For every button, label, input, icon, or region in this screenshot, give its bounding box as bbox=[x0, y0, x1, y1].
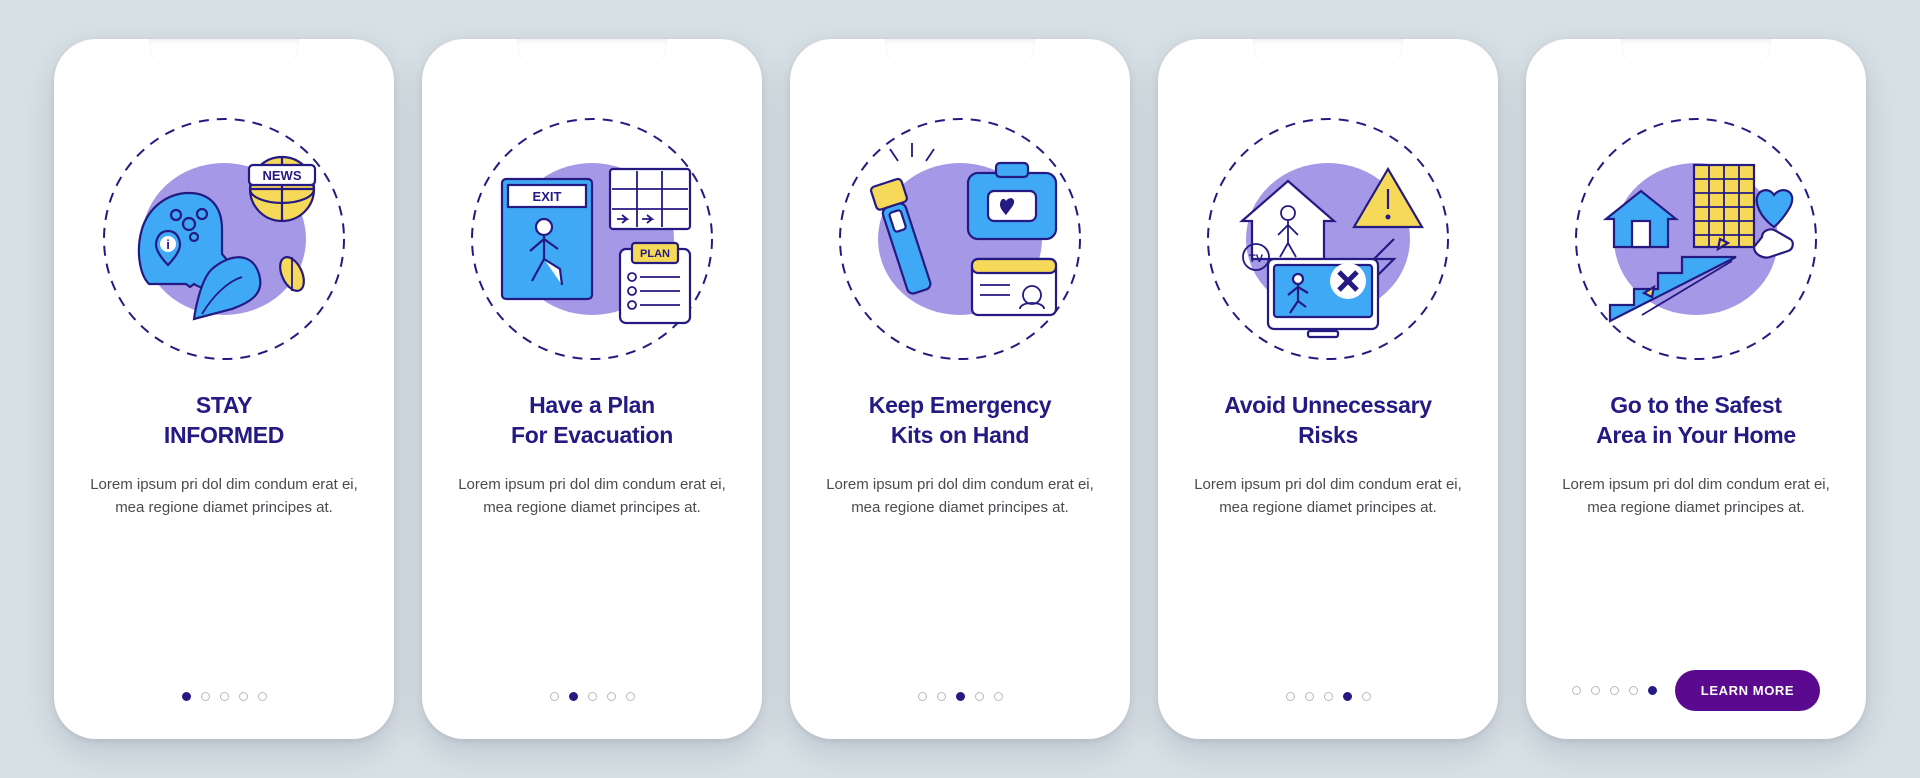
title-line1: Have a Plan bbox=[529, 392, 655, 418]
title-line2: INFORMED bbox=[164, 422, 284, 448]
footer-row: LEARN MORE bbox=[1554, 670, 1838, 711]
title-line2: Area in Your Home bbox=[1596, 422, 1796, 448]
dot-5[interactable] bbox=[1648, 686, 1657, 695]
title-line1: Keep Emergency bbox=[869, 392, 1051, 418]
dot-3[interactable] bbox=[220, 692, 229, 701]
card-description: Lorem ipsum pri dol dim condum erat ei, … bbox=[82, 473, 366, 520]
dot-4[interactable] bbox=[607, 692, 616, 701]
plan-label: PLAN bbox=[640, 248, 670, 260]
onboarding-card-3: Keep Emergency Kits on Hand Lorem ipsum … bbox=[790, 39, 1130, 739]
exit-label: EXIT bbox=[533, 189, 562, 204]
dot-5[interactable] bbox=[994, 692, 1003, 701]
news-head-wave-icon: i NEWS bbox=[94, 109, 354, 369]
title-line2: Risks bbox=[1298, 422, 1358, 448]
tv-label: TV bbox=[1249, 253, 1264, 265]
emergency-kit-icon bbox=[830, 109, 1090, 369]
card-title: Keep Emergency Kits on Hand bbox=[869, 391, 1051, 451]
dot-1[interactable] bbox=[550, 692, 559, 701]
dot-2[interactable] bbox=[201, 692, 210, 701]
card-description: Lorem ipsum pri dol dim condum erat ei, … bbox=[450, 473, 734, 520]
exit-plan-icon: EXIT PLAN bbox=[462, 109, 722, 369]
onboarding-card-5: Go to the Safest Area in Your Home Lorem… bbox=[1526, 39, 1866, 739]
page-indicator bbox=[1286, 692, 1371, 701]
page-indicator bbox=[550, 692, 635, 701]
card-title: Have a Plan For Evacuation bbox=[511, 391, 673, 451]
card-title: STAY INFORMED bbox=[164, 391, 284, 451]
dot-1[interactable] bbox=[918, 692, 927, 701]
page-indicator bbox=[918, 692, 1003, 701]
title-line2: For Evacuation bbox=[511, 422, 673, 448]
dot-5[interactable] bbox=[258, 692, 267, 701]
dot-4[interactable] bbox=[1343, 692, 1352, 701]
onboarding-card-4: TV Avoid Unnecessary Risks Lorem ipsum p… bbox=[1158, 39, 1498, 739]
svg-text:i: i bbox=[166, 237, 170, 252]
news-label: NEWS bbox=[263, 168, 302, 183]
phone-notch bbox=[517, 39, 667, 65]
dot-1[interactable] bbox=[1572, 686, 1581, 695]
card-description: Lorem ipsum pri dol dim condum erat ei, … bbox=[1554, 473, 1838, 520]
dot-5[interactable] bbox=[626, 692, 635, 701]
learn-more-button[interactable]: LEARN MORE bbox=[1675, 670, 1820, 711]
title-line2: Kits on Hand bbox=[891, 422, 1029, 448]
dot-2[interactable] bbox=[1305, 692, 1314, 701]
phone-notch bbox=[1253, 39, 1403, 65]
page-indicator bbox=[1572, 686, 1657, 695]
safe-area-icon bbox=[1566, 109, 1826, 369]
onboarding-card-1: i NEWS STAY INFORMED Lorem ipsum pri dol… bbox=[54, 39, 394, 739]
title-line1: STAY bbox=[196, 392, 252, 418]
dot-3[interactable] bbox=[1610, 686, 1619, 695]
dot-3[interactable] bbox=[956, 692, 965, 701]
dot-4[interactable] bbox=[239, 692, 248, 701]
dot-4[interactable] bbox=[1629, 686, 1638, 695]
title-line1: Go to the Safest bbox=[1610, 392, 1782, 418]
dot-2[interactable] bbox=[937, 692, 946, 701]
card-description: Lorem ipsum pri dol dim condum erat ei, … bbox=[818, 473, 1102, 520]
dot-3[interactable] bbox=[1324, 692, 1333, 701]
card-title: Go to the Safest Area in Your Home bbox=[1596, 391, 1796, 451]
dot-5[interactable] bbox=[1362, 692, 1371, 701]
title-line1: Avoid Unnecessary bbox=[1224, 392, 1432, 418]
page-indicator bbox=[182, 692, 267, 701]
card-title: Avoid Unnecessary Risks bbox=[1224, 391, 1432, 451]
dot-4[interactable] bbox=[975, 692, 984, 701]
onboarding-card-2: EXIT PLAN Have a Plan For Evacuation Lor… bbox=[422, 39, 762, 739]
card-description: Lorem ipsum pri dol dim condum erat ei, … bbox=[1186, 473, 1470, 520]
dot-3[interactable] bbox=[588, 692, 597, 701]
dot-1[interactable] bbox=[1286, 692, 1295, 701]
dot-2[interactable] bbox=[569, 692, 578, 701]
dot-2[interactable] bbox=[1591, 686, 1600, 695]
dot-1[interactable] bbox=[182, 692, 191, 701]
phone-notch bbox=[885, 39, 1035, 65]
phone-notch bbox=[149, 39, 299, 65]
phone-notch bbox=[1621, 39, 1771, 65]
avoid-risk-icon: TV bbox=[1198, 109, 1458, 369]
